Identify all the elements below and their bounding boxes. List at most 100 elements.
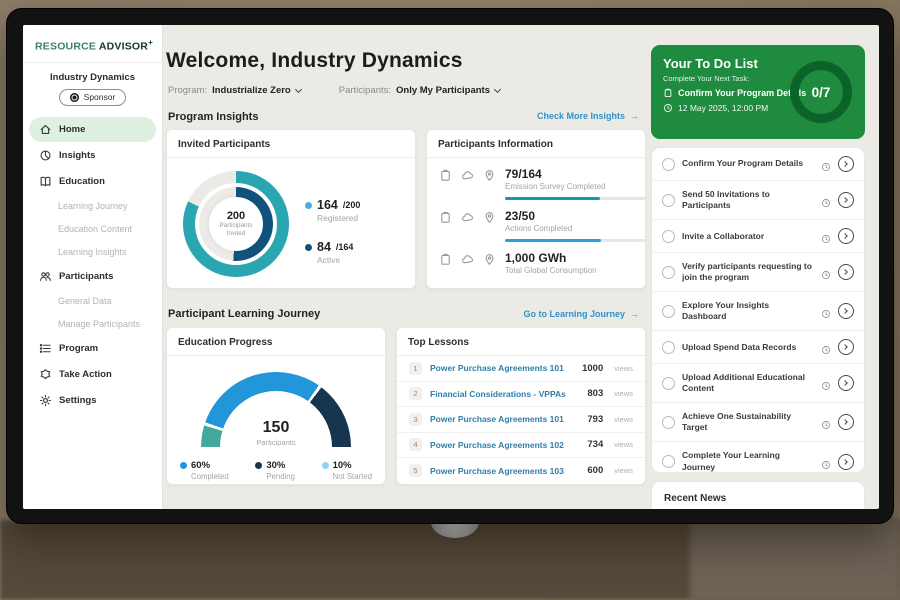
sidebar-item-label: Education <box>59 176 105 187</box>
legend-value: 84 <box>317 240 331 254</box>
legend-total: /200 <box>343 200 361 210</box>
go-to-learning-journey-link[interactable]: Go to Learning Journey → <box>523 309 639 319</box>
task-go-button[interactable] <box>838 339 854 355</box>
participants-filter[interactable]: Participants: Only My Participants <box>339 85 500 96</box>
task-go-button[interactable] <box>838 192 854 208</box>
sidebar-item[interactable]: Education Content <box>29 218 156 240</box>
invited-participants-donut-chart[interactable]: 200 Participants Invited <box>183 171 289 277</box>
task-row[interactable]: Explore Your Insights Dashboard <box>652 292 864 331</box>
task-row[interactable]: Verify participants requesting to join t… <box>652 253 864 292</box>
task-checkbox[interactable] <box>662 266 675 279</box>
sidebar-item[interactable]: Learning Insights <box>29 241 156 263</box>
task-row[interactable]: Complete Your Learning Journey <box>652 442 864 473</box>
lesson-row[interactable]: 1 Power Purchase Agreements 101 1000 vie… <box>397 356 645 382</box>
section-learning-journey: Participant Learning Journey <box>168 308 320 320</box>
sidebar-item[interactable]: Learning Journey <box>29 195 156 217</box>
task-go-button[interactable] <box>838 303 854 319</box>
lesson-row[interactable]: 2 Financial Considerations - VPPAs 803 v… <box>397 382 645 408</box>
dashboard-screen: RESOURCE ADVISOR+ Industry Dynamics Spon… <box>23 25 879 509</box>
sidebar-item-label: Education Content <box>58 224 132 234</box>
task-label: Send 50 Invitations to Participants <box>682 189 814 211</box>
education-progress-gauge-chart[interactable]: 150 Participants <box>201 372 351 447</box>
lesson-title-link[interactable]: Power Purchase Agreements 101 <box>430 414 579 424</box>
sponsor-badge[interactable]: Sponsor <box>59 89 127 106</box>
task-row[interactable]: Confirm Your Program Details <box>652 148 864 181</box>
sidebar-item[interactable]: General Data <box>29 290 156 312</box>
todo-list-card: Confirm Your Program Details Send 50 Inv… <box>651 147 865 473</box>
task-checkbox[interactable] <box>662 305 675 318</box>
task-checkbox[interactable] <box>662 230 675 243</box>
task-label: Complete Your Learning Journey <box>682 450 814 472</box>
lesson-row[interactable]: 5 Power Purchase Agreements 103 600 view… <box>397 458 645 484</box>
lesson-views-suffix: views <box>614 364 633 373</box>
task-label: Upload Spend Data Records <box>682 342 814 353</box>
check-more-insights-link[interactable]: Check More Insights → <box>537 111 639 121</box>
progress-bar-fill <box>505 239 601 242</box>
arrow-right-icon: → <box>630 111 639 121</box>
task-row[interactable]: Upload Spend Data Records <box>652 331 864 364</box>
task-go-button[interactable] <box>838 375 854 391</box>
program-icon <box>39 342 52 355</box>
app-logo[interactable]: RESOURCE ADVISOR+ <box>23 25 162 63</box>
chevron-right-icon <box>842 380 848 386</box>
sidebar-item[interactable]: Insights <box>29 143 156 168</box>
sidebar-item-label: Learning Insights <box>58 247 127 257</box>
sidebar-item[interactable]: Participants <box>29 264 156 289</box>
chevron-right-icon <box>842 197 848 203</box>
program-filter[interactable]: Program: Industrialize Zero <box>168 85 301 96</box>
task-row[interactable]: Upload Additional Educational Content <box>652 364 864 403</box>
task-row[interactable]: Send 50 Invitations to Participants <box>652 181 864 220</box>
lesson-title-link[interactable]: Power Purchase Agreements 103 <box>430 466 579 476</box>
top-lessons-card: Top Lessons 1 Power Purchase Agreements … <box>396 327 646 485</box>
clock-icon <box>821 378 831 388</box>
task-go-button[interactable] <box>838 454 854 470</box>
actions-icon <box>461 253 474 266</box>
legend-entry: 164/200 Registered <box>305 198 360 223</box>
sidebar-item[interactable]: Program <box>29 336 156 361</box>
sidebar-item[interactable]: Home <box>29 117 156 142</box>
monitor-bezel: RESOURCE ADVISOR+ Industry Dynamics Spon… <box>6 8 894 524</box>
survey-icon <box>439 169 452 182</box>
clock-icon <box>663 103 673 113</box>
lesson-row[interactable]: 4 Power Purchase Agreements 102 734 view… <box>397 433 645 459</box>
legend-total: /164 <box>336 242 354 252</box>
task-label: Upload Additional Educational Content <box>682 372 814 394</box>
task-checkbox[interactable] <box>662 158 675 171</box>
lesson-title-link[interactable]: Power Purchase Agreements 101 <box>430 363 574 373</box>
task-checkbox[interactable] <box>662 377 675 390</box>
sidebar-item[interactable]: Take Action <box>29 362 156 387</box>
lesson-row[interactable]: 3 Power Purchase Agreements 101 793 view… <box>397 407 645 433</box>
task-checkbox[interactable] <box>662 341 675 354</box>
sidebar-item[interactable]: Manage Participants <box>29 313 156 335</box>
legend-entry: 30% Pending <box>255 460 295 481</box>
task-checkbox[interactable] <box>662 416 675 429</box>
clock-icon <box>821 457 831 467</box>
sidebar-item-label: Home <box>59 124 85 135</box>
sidebar-item[interactable]: Education <box>29 169 156 194</box>
program-filter-label: Program: <box>168 85 207 96</box>
sidebar-item-label: Settings <box>59 395 96 406</box>
lesson-title-link[interactable]: Financial Considerations - VPPAs <box>430 389 579 399</box>
link-label: Check More Insights <box>537 111 625 121</box>
task-go-button[interactable] <box>838 228 854 244</box>
legend-value: 30% <box>266 460 285 471</box>
clock-icon <box>821 417 831 427</box>
task-go-button[interactable] <box>838 156 854 172</box>
lesson-title-link[interactable]: Power Purchase Agreements 102 <box>430 440 579 450</box>
task-row[interactable]: Invite a Collaborator <box>652 220 864 253</box>
clock-icon <box>821 306 831 316</box>
sidebar-item[interactable]: Settings <box>29 388 156 413</box>
task-go-button[interactable] <box>838 414 854 430</box>
legend-dot-icon <box>180 462 187 469</box>
lesson-views-suffix: views <box>614 415 633 424</box>
task-checkbox[interactable] <box>662 455 675 468</box>
task-row[interactable]: Achieve One Sustainability Target <box>652 403 864 442</box>
invited-participants-body: 200 Participants Invited 164/200 Registe <box>167 158 415 282</box>
chevron-right-icon <box>842 161 848 167</box>
task-checkbox[interactable] <box>662 194 675 207</box>
participants-filter-value: Only My Participants <box>396 85 490 96</box>
metric-label: Emission Survey Completed <box>505 182 663 191</box>
sidebar-item-label: General Data <box>58 296 112 306</box>
lesson-rank-badge: 2 <box>409 387 422 400</box>
task-go-button[interactable] <box>838 264 854 280</box>
